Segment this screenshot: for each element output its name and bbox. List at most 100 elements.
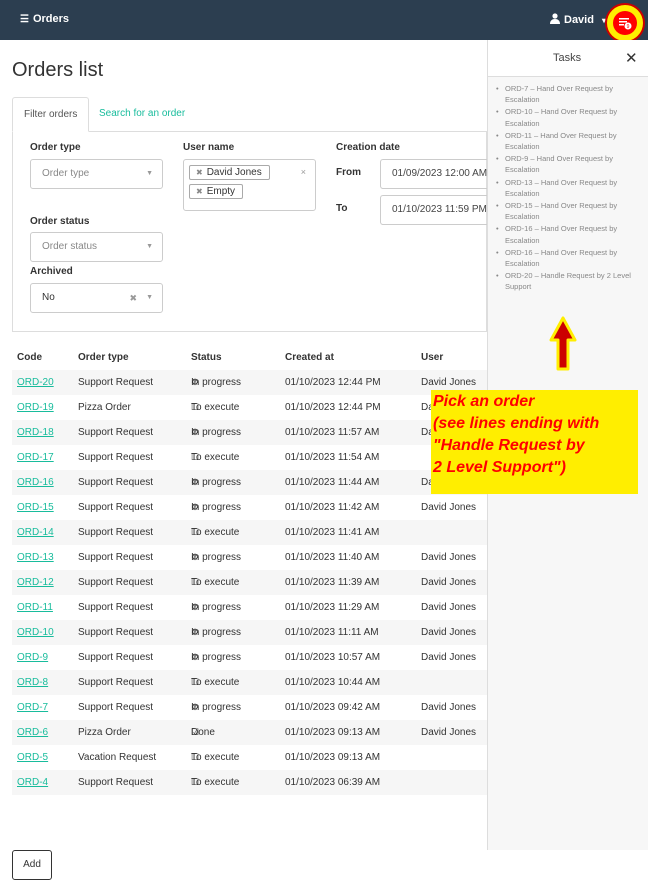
order-type-cell: Support Request	[78, 627, 154, 638]
order-code-link[interactable]: ORD-4	[17, 777, 48, 788]
created-at-cell: 01/10/2023 12:44 PM	[285, 377, 381, 388]
column-header-created-at[interactable]: Created at	[285, 346, 334, 370]
order-code-link[interactable]: ORD-11	[17, 602, 53, 613]
order-type-cell: Support Request	[78, 677, 154, 688]
close-icon[interactable]: ✕	[625, 49, 638, 67]
order-code-link[interactable]: ORD-20	[17, 377, 54, 388]
order-type-cell: Pizza Order	[78, 402, 131, 413]
date-to-input[interactable]: 01/10/2023 11:59 PM	[380, 195, 488, 225]
column-header-status[interactable]: Status	[191, 346, 222, 370]
page-title: Orders list	[12, 59, 104, 81]
task-item[interactable]: ORD-20 – Handle Request by 2 Level Suppo…	[496, 270, 646, 292]
table-row[interactable]: ORD-4 Support Request ☐ To execute 01/10/202…	[12, 770, 487, 795]
created-at-cell: 01/10/2023 11:11 AM	[285, 627, 379, 638]
task-item[interactable]: ORD-11 – Hand Over Request by Escalation	[496, 130, 646, 152]
order-code-link[interactable]: ORD-8	[17, 677, 48, 688]
order-type-label: Order type	[30, 142, 81, 153]
task-item[interactable]: ORD-16 – Hand Over Request by Escalation	[496, 247, 646, 269]
created-at-cell: 01/10/2023 06:39 AM	[285, 777, 381, 788]
task-item[interactable]: ORD-9 – Hand Over Request by Escalation	[496, 153, 646, 175]
task-item[interactable]: ORD-16 – Hand Over Request by Escalation	[496, 223, 646, 245]
table-row[interactable]: ORD-10 Support Request ⚙ In progress 01/10/2…	[12, 620, 487, 645]
table-row[interactable]: ORD-7 Support Request ⚙ In progress 01/10/20…	[12, 695, 487, 720]
table-row[interactable]: ORD-5 Vacation Request ☐ To execute 01/10/20…	[12, 745, 487, 770]
created-at-cell: 01/10/2023 09:13 AM	[285, 752, 381, 763]
order-type-cell: Support Request	[78, 602, 154, 613]
order-type-placeholder: Order type	[42, 168, 90, 179]
created-at-cell: 01/10/2023 09:42 AM	[285, 702, 381, 713]
table-row[interactable]: ORD-14 Support Request ☐ To execute 01/10/20…	[12, 520, 487, 545]
order-status-select[interactable]: Order status ▼	[30, 232, 163, 262]
order-code-link[interactable]: ORD-12	[17, 577, 54, 588]
order-code-link[interactable]: ORD-6	[17, 727, 48, 738]
add-button[interactable]: Add	[12, 850, 52, 880]
user-chip[interactable]: ✖ Empty	[189, 184, 244, 199]
annotation-line: Pick an order	[433, 393, 535, 410]
user-cell: David Jones	[421, 652, 477, 663]
archived-select[interactable]: No ✖ ▼	[30, 283, 163, 313]
order-code-link[interactable]: ORD-9	[17, 652, 48, 663]
created-at-cell: 01/10/2023 09:13 AM	[285, 727, 381, 738]
clear-icon[interactable]: ✖	[129, 284, 137, 312]
order-code-link[interactable]: ORD-5	[17, 752, 48, 763]
order-code-link[interactable]: ORD-17	[17, 452, 54, 463]
table-row[interactable]: ORD-16 Support Request ⚙ In progress 01/10/2…	[12, 470, 487, 495]
tasks-toggle-button[interactable]: 9	[604, 3, 648, 43]
table-row[interactable]: ORD-15 Support Request ⚙ In progress 01/10/2…	[12, 495, 487, 520]
table-row[interactable]: ORD-9 Support Request ⚙ In progress 01/10/20…	[12, 645, 487, 670]
status-text: To execute	[191, 577, 240, 588]
order-code-link[interactable]: ORD-15	[17, 502, 54, 513]
table-row[interactable]: ORD-8 Support Request ☐ To execute 01/10/202…	[12, 670, 487, 695]
sidebar-title: Tasks	[553, 52, 582, 64]
brand-link[interactable]: ☰ Orders	[20, 13, 69, 25]
user-chip[interactable]: ✖ David Jones	[189, 165, 270, 180]
order-code-link[interactable]: ORD-18	[17, 427, 54, 438]
task-item[interactable]: ORD-13 – Hand Over Request by Escalation	[496, 177, 646, 199]
order-code-link[interactable]: ORD-16	[17, 477, 54, 488]
remove-chip-icon[interactable]: ✖	[196, 168, 203, 177]
date-from-input[interactable]: 01/09/2023 12:00 AM	[380, 159, 488, 189]
user-cell: David Jones	[421, 602, 477, 613]
column-header-code[interactable]: Code	[17, 346, 42, 370]
table-row[interactable]: ORD-17 Support Request ☐ To execute 01/10/20…	[12, 445, 487, 470]
order-type-cell: Support Request	[78, 452, 154, 463]
brand-label: Orders	[32, 13, 70, 25]
table-row[interactable]: ORD-19 Pizza Order ☐ To execute 01/10/2023 1…	[12, 395, 487, 420]
order-code-link[interactable]: ORD-14	[17, 527, 54, 538]
task-item[interactable]: ORD-15 – Hand Over Request by Escalation	[496, 200, 646, 222]
tab-search-order[interactable]: Search for an order	[88, 97, 196, 132]
order-type-cell: Pizza Order	[78, 727, 131, 738]
arrow-up-icon	[549, 316, 577, 371]
order-code-link[interactable]: ORD-19	[17, 402, 54, 413]
table-row[interactable]: ORD-12 Support Request ☐ To execute 01/10/20…	[12, 570, 487, 595]
user-name-label: User name	[183, 142, 235, 153]
table-row[interactable]: ORD-11 Support Request ⚙ In progress 01/10/2…	[12, 595, 487, 620]
status-text: In progress	[191, 652, 242, 663]
status-text: In progress	[191, 427, 242, 438]
order-type-cell: Support Request	[78, 552, 154, 563]
status-text: To execute	[191, 752, 240, 763]
order-type-cell: Support Request	[78, 577, 154, 588]
column-header-order-type[interactable]: Order type	[78, 346, 129, 370]
chevron-down-icon: ▼	[146, 294, 153, 301]
table-row[interactable]: ORD-6 Pizza Order ☑ Done 01/10/2023 09:13 AM…	[12, 720, 487, 745]
task-item[interactable]: ORD-10 – Hand Over Request by Escalation	[496, 106, 646, 128]
filter-panel: Order type Order type ▼ User name ✖ David…	[12, 132, 488, 332]
user-cell: David Jones	[421, 627, 477, 638]
user-menu[interactable]: David ▾	[550, 13, 606, 27]
clear-icon[interactable]: ×	[301, 167, 306, 177]
table-row[interactable]: ORD-20 Support Request ⚙ In progress 01/10/2…	[12, 370, 487, 395]
tab-filter-orders[interactable]: Filter orders	[12, 97, 90, 132]
order-type-select[interactable]: Order type ▼	[30, 159, 163, 189]
order-code-link[interactable]: ORD-7	[17, 702, 48, 713]
order-code-link[interactable]: ORD-10	[17, 627, 54, 638]
order-code-link[interactable]: ORD-13	[17, 552, 54, 563]
order-type-cell: Support Request	[78, 477, 154, 488]
status-text: In progress	[191, 552, 242, 563]
column-header-user[interactable]: User	[421, 346, 443, 370]
task-item[interactable]: ORD-7 – Hand Over Request by Escalation	[496, 83, 646, 105]
table-row[interactable]: ORD-13 Support Request ⚙ In progress 01/10/2…	[12, 545, 487, 570]
remove-chip-icon[interactable]: ✖	[196, 187, 203, 196]
user-name-multiselect[interactable]: ✖ David Jones ✖ Empty ×	[183, 159, 316, 211]
table-row[interactable]: ORD-18 Support Request ⚙ In progress 01/10/2…	[12, 420, 487, 445]
